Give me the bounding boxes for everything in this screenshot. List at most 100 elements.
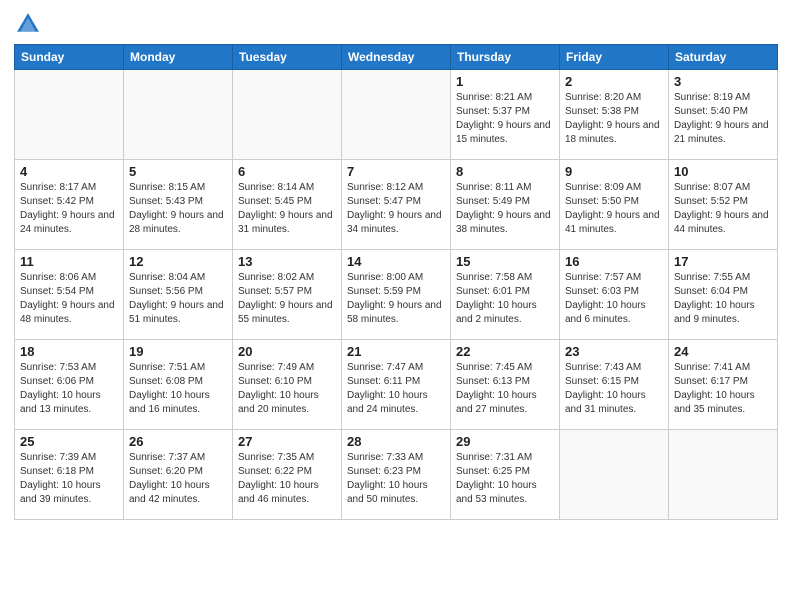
week-row-1: 1Sunrise: 8:21 AM Sunset: 5:37 PM Daylig… — [15, 70, 778, 160]
weekday-header-sunday: Sunday — [15, 45, 124, 70]
day-number: 12 — [129, 254, 227, 269]
day-number: 9 — [565, 164, 663, 179]
day-info: Sunrise: 7:45 AM Sunset: 6:13 PM Dayligh… — [456, 361, 554, 417]
day-info: Sunrise: 7:33 AM Sunset: 6:23 PM Dayligh… — [347, 451, 445, 507]
calendar-cell: 17 Sunrise: 7:55 AM Sunset: 6:04 PM Dayli… — [669, 250, 778, 340]
calendar-cell: 4 Sunrise: 8:17 AM Sunset: 5:42 PM Daylig… — [15, 160, 124, 250]
week-row-4: 18 Sunrise: 7:53 AM Sunset: 6:06 PM Dayli… — [15, 340, 778, 430]
day-info: Sunrise: 8:09 AM Sunset: 5:50 PM Dayligh… — [565, 181, 663, 237]
day-info: Sunrise: 8:12 AM Sunset: 5:47 PM Dayligh… — [347, 181, 445, 237]
week-row-5: 25 Sunrise: 7:39 AM Sunset: 6:18 PM Dayli… — [15, 430, 778, 520]
day-info: Sunrise: 8:15 AM Sunset: 5:43 PM Dayligh… — [129, 181, 227, 237]
weekday-header-monday: Monday — [124, 45, 233, 70]
calendar-cell: 15Sunrise: 7:58 AM Sunset: 6:01 PM Dayli… — [451, 250, 560, 340]
calendar-cell: 10 Sunrise: 8:07 AM Sunset: 5:52 PM Dayli… — [669, 160, 778, 250]
day-info: Sunrise: 7:55 AM Sunset: 6:04 PM Dayligh… — [674, 271, 772, 327]
day-number: 29 — [456, 434, 554, 449]
calendar-cell: 16 Sunrise: 7:57 AM Sunset: 6:03 PM Dayli… — [560, 250, 669, 340]
calendar-cell — [669, 430, 778, 520]
calendar-cell: 29 Sunrise: 7:31 AM Sunset: 6:25 PM Dayli… — [451, 430, 560, 520]
calendar-cell — [15, 70, 124, 160]
calendar-cell: 1Sunrise: 8:21 AM Sunset: 5:37 PM Daylig… — [451, 70, 560, 160]
calendar-cell: 14Sunrise: 8:00 AM Sunset: 5:59 PM Dayli… — [342, 250, 451, 340]
day-info: Sunrise: 8:11 AM Sunset: 5:49 PM Dayligh… — [456, 181, 554, 237]
logo — [14, 10, 46, 38]
calendar-cell — [233, 70, 342, 160]
calendar-cell: 24Sunrise: 7:41 AM Sunset: 6:17 PM Dayli… — [669, 340, 778, 430]
day-info: Sunrise: 7:31 AM Sunset: 6:25 PM Dayligh… — [456, 451, 554, 507]
day-number: 11 — [20, 254, 118, 269]
day-info: Sunrise: 7:39 AM Sunset: 6:18 PM Dayligh… — [20, 451, 118, 507]
calendar-cell: 23 Sunrise: 7:43 AM Sunset: 6:15 PM Dayli… — [560, 340, 669, 430]
day-number: 21 — [347, 344, 445, 359]
calendar-cell: 9 Sunrise: 8:09 AM Sunset: 5:50 PM Daylig… — [560, 160, 669, 250]
day-number: 6 — [238, 164, 336, 179]
calendar-cell: 25 Sunrise: 7:39 AM Sunset: 6:18 PM Dayli… — [15, 430, 124, 520]
day-number: 20 — [238, 344, 336, 359]
week-row-3: 11 Sunrise: 8:06 AM Sunset: 5:54 PM Dayli… — [15, 250, 778, 340]
weekday-header-tuesday: Tuesday — [233, 45, 342, 70]
day-info: Sunrise: 7:47 AM Sunset: 6:11 PM Dayligh… — [347, 361, 445, 417]
day-info: Sunrise: 7:58 AM Sunset: 6:01 PM Dayligh… — [456, 271, 554, 327]
day-info: Sunrise: 8:19 AM Sunset: 5:40 PM Dayligh… — [674, 91, 772, 147]
day-number: 26 — [129, 434, 227, 449]
day-number: 3 — [674, 74, 772, 89]
day-number: 22 — [456, 344, 554, 359]
day-info: Sunrise: 8:21 AM Sunset: 5:37 PM Dayligh… — [456, 91, 554, 147]
week-row-2: 4 Sunrise: 8:17 AM Sunset: 5:42 PM Daylig… — [15, 160, 778, 250]
day-info: Sunrise: 7:43 AM Sunset: 6:15 PM Dayligh… — [565, 361, 663, 417]
day-info: Sunrise: 8:14 AM Sunset: 5:45 PM Dayligh… — [238, 181, 336, 237]
calendar-table: SundayMondayTuesdayWednesdayThursdayFrid… — [14, 44, 778, 520]
calendar-cell: 26 Sunrise: 7:37 AM Sunset: 6:20 PM Dayli… — [124, 430, 233, 520]
day-number: 10 — [674, 164, 772, 179]
day-number: 19 — [129, 344, 227, 359]
day-number: 4 — [20, 164, 118, 179]
day-info: Sunrise: 8:06 AM Sunset: 5:54 PM Dayligh… — [20, 271, 118, 327]
calendar-cell — [342, 70, 451, 160]
day-number: 16 — [565, 254, 663, 269]
calendar-cell: 7 Sunrise: 8:12 AM Sunset: 5:47 PM Daylig… — [342, 160, 451, 250]
day-number: 24 — [674, 344, 772, 359]
day-info: Sunrise: 8:02 AM Sunset: 5:57 PM Dayligh… — [238, 271, 336, 327]
calendar-cell: 21 Sunrise: 7:47 AM Sunset: 6:11 PM Dayli… — [342, 340, 451, 430]
day-number: 5 — [129, 164, 227, 179]
calendar-cell: 2Sunrise: 8:20 AM Sunset: 5:38 PM Daylig… — [560, 70, 669, 160]
calendar-cell: 27Sunrise: 7:35 AM Sunset: 6:22 PM Dayli… — [233, 430, 342, 520]
calendar-cell: 28 Sunrise: 7:33 AM Sunset: 6:23 PM Dayli… — [342, 430, 451, 520]
calendar-cell: 12 Sunrise: 8:04 AM Sunset: 5:56 PM Dayli… — [124, 250, 233, 340]
day-number: 25 — [20, 434, 118, 449]
weekday-header-saturday: Saturday — [669, 45, 778, 70]
calendar-cell — [124, 70, 233, 160]
day-info: Sunrise: 7:35 AM Sunset: 6:22 PM Dayligh… — [238, 451, 336, 507]
day-info: Sunrise: 8:07 AM Sunset: 5:52 PM Dayligh… — [674, 181, 772, 237]
calendar-cell: 18 Sunrise: 7:53 AM Sunset: 6:06 PM Dayli… — [15, 340, 124, 430]
day-number: 23 — [565, 344, 663, 359]
day-number: 7 — [347, 164, 445, 179]
calendar-cell: 11 Sunrise: 8:06 AM Sunset: 5:54 PM Dayli… — [15, 250, 124, 340]
day-info: Sunrise: 7:57 AM Sunset: 6:03 PM Dayligh… — [565, 271, 663, 327]
calendar-cell: 19 Sunrise: 7:51 AM Sunset: 6:08 PM Dayli… — [124, 340, 233, 430]
day-number: 14 — [347, 254, 445, 269]
day-info: Sunrise: 7:37 AM Sunset: 6:20 PM Dayligh… — [129, 451, 227, 507]
weekday-header-thursday: Thursday — [451, 45, 560, 70]
calendar-cell: 3 Sunrise: 8:19 AM Sunset: 5:40 PM Daylig… — [669, 70, 778, 160]
day-number: 17 — [674, 254, 772, 269]
day-info: Sunrise: 7:49 AM Sunset: 6:10 PM Dayligh… — [238, 361, 336, 417]
page: SundayMondayTuesdayWednesdayThursdayFrid… — [0, 0, 792, 612]
day-number: 18 — [20, 344, 118, 359]
calendar-cell: 20 Sunrise: 7:49 AM Sunset: 6:10 PM Dayli… — [233, 340, 342, 430]
weekday-header-friday: Friday — [560, 45, 669, 70]
day-number: 8 — [456, 164, 554, 179]
day-number: 13 — [238, 254, 336, 269]
weekday-header-row: SundayMondayTuesdayWednesdayThursdayFrid… — [15, 45, 778, 70]
calendar-cell: 5 Sunrise: 8:15 AM Sunset: 5:43 PM Daylig… — [124, 160, 233, 250]
day-info: Sunrise: 7:51 AM Sunset: 6:08 PM Dayligh… — [129, 361, 227, 417]
day-info: Sunrise: 7:53 AM Sunset: 6:06 PM Dayligh… — [20, 361, 118, 417]
logo-icon — [14, 10, 42, 38]
day-number: 2 — [565, 74, 663, 89]
calendar-cell: 6 Sunrise: 8:14 AM Sunset: 5:45 PM Daylig… — [233, 160, 342, 250]
day-info: Sunrise: 8:17 AM Sunset: 5:42 PM Dayligh… — [20, 181, 118, 237]
day-number: 28 — [347, 434, 445, 449]
day-info: Sunrise: 8:04 AM Sunset: 5:56 PM Dayligh… — [129, 271, 227, 327]
calendar-cell — [560, 430, 669, 520]
